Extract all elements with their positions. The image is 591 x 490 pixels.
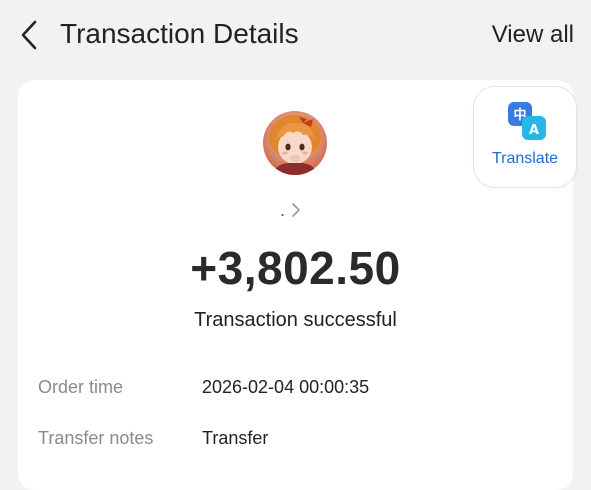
transaction-status: Transaction successful [194, 309, 397, 331]
transaction-card: 中 A Translate . +3,802.50 Transaction su… [18, 80, 577, 490]
page-title: Transaction Details [60, 18, 299, 49]
back-button[interactable] [14, 18, 44, 52]
detail-value: 2026-02-04 00:00:35 [202, 377, 370, 397]
translate-icon-glyph-zh: 中 [513, 107, 526, 123]
avatar-image [263, 111, 327, 175]
translate-label: Translate [491, 150, 559, 167]
top-bar: Transaction Details View all [0, 0, 591, 70]
payee-name: . [280, 200, 286, 220]
translate-button[interactable]: 中 A Translate [473, 86, 577, 188]
detail-row-transfer-notes: Transfer notes Transfer [38, 424, 558, 452]
chevron-left-icon [21, 20, 37, 50]
translate-icon: 中 A [508, 102, 546, 140]
detail-label: Transfer notes [38, 428, 154, 448]
detail-value: Transfer [202, 428, 269, 448]
view-all-button[interactable]: View all [492, 18, 574, 52]
payee-name-link[interactable]: . [280, 198, 301, 222]
detail-row-order-time: Order time 2026-02-04 00:00:35 [38, 373, 558, 401]
detail-label: Order time [38, 377, 124, 397]
avatar[interactable] [263, 111, 327, 175]
translate-icon-glyph-en: A [529, 123, 539, 138]
transaction-amount: +3,802.50 [190, 242, 401, 294]
chevron-right-icon [292, 203, 300, 217]
